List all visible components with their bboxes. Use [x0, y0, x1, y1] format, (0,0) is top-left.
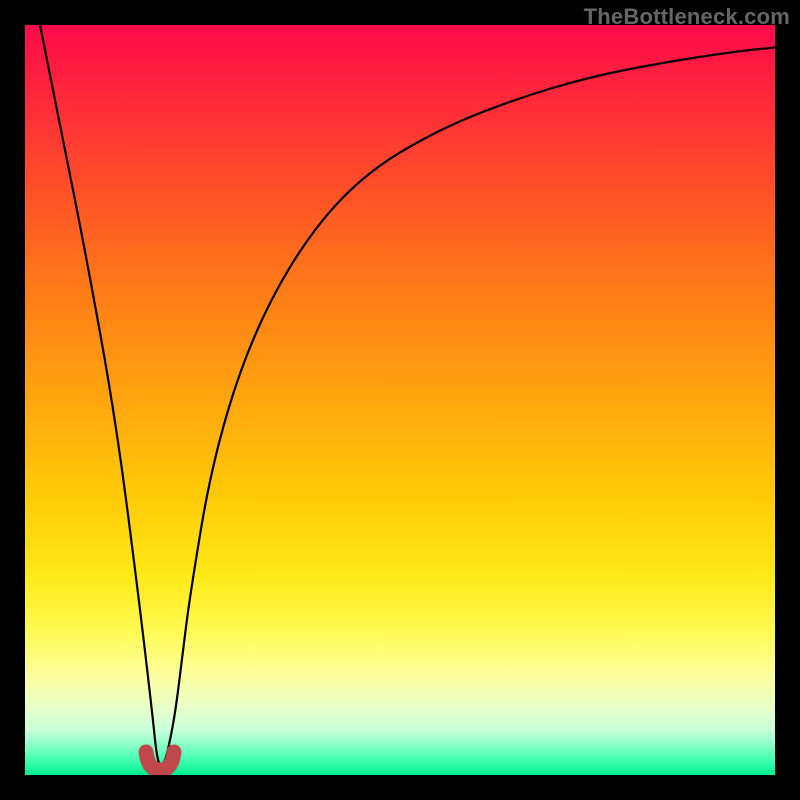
chart-frame: TheBottleneck.com	[0, 0, 800, 800]
watermark-text: TheBottleneck.com	[584, 4, 790, 30]
plot-area	[25, 25, 775, 775]
bottleneck-curve	[40, 25, 775, 766]
minimum-bump	[146, 752, 174, 770]
curve-layer	[25, 25, 775, 775]
